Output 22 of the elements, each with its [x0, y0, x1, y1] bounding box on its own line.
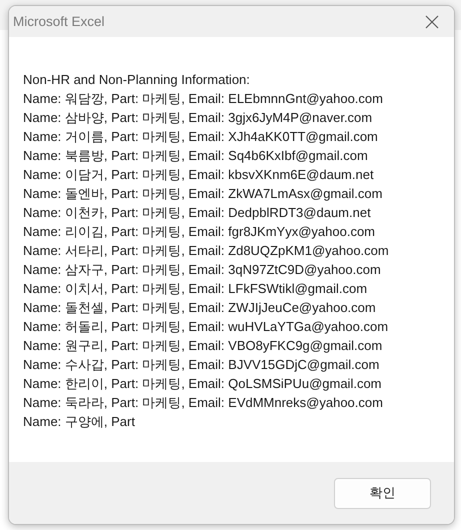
message-line: Name: 수사갑, Part: 마케팅, Email: BJVV15GDjC@gmail.com [23, 356, 380, 374]
ok-button[interactable]: 확인 [334, 478, 431, 508]
message-line: Name: 리이김, Part: 마케팅, Email: fgr8JKmYyx@yahoo.com [23, 223, 376, 241]
close-icon[interactable] [424, 14, 440, 30]
message-line: Name: 돌천셀, Part: 마케팅, Email: ZWJIjJeuCe@yahoo.com [23, 299, 377, 317]
message-line: Name: 돌엔바, Part: 마케팅, Email: ZkWA7LmAsx@gmail.com [23, 185, 384, 203]
message-line: Name: 거이름, Part: 마케팅, Email: XJh4aKK0TT@gmail.com [23, 128, 379, 146]
message-line: Name: 구양에, Part [23, 413, 136, 431]
message-line: Name: 삼자구, Part: 마케팅, Email: 3qN97ZtC9D@yahoo.com [23, 261, 382, 279]
message-line: Name: 삼바양, Part: 마케팅, Email: 3gjx6JyM4P@naver.com [23, 109, 374, 127]
message-line: Name: 워담깡, Part: 마케팅, Email: ELEbmnnGnt@yahoo.com [23, 90, 384, 108]
message-heading: Non-HR and Non-Planning Information: [23, 71, 251, 89]
message-line: Name: 이담거, Part: 마케팅, Email: kbsvXKnm6E@daum.net [23, 166, 375, 184]
message-line: Name: 한리이, Part: 마케팅, Email: QoLSMSiPUu@gmail.com [23, 375, 382, 393]
message-line: Name: 북름방, Part: 마케팅, Email: Sq4b6KxIbf@gmail.com [23, 147, 369, 165]
message-line: Name: 허돌리, Part: 마케팅, Email: wuHVLaYTGa@yahoo.com [23, 318, 390, 336]
message-line: Name: 이천카, Part: 마케팅, Email: DedpblRDT3@daum.net [23, 204, 372, 222]
window-title: Microsoft Excel [13, 14, 105, 29]
message-line: Name: 원구리, Part: 마케팅, Email: VBO8yFKC9g@gmail.com [23, 337, 384, 355]
message-line: Name: 서타리, Part: 마케팅, Email: Zd8UQZpKM1@yahoo.com [23, 242, 390, 260]
message-line: Name: 둑라라, Part: 마케팅, Email: EVdMMnreks@yahoo.com [23, 394, 384, 412]
message-line: Name: 이치서, Part: 마케팅, Email: LFkFSWtikl@gmail.com [23, 280, 368, 298]
